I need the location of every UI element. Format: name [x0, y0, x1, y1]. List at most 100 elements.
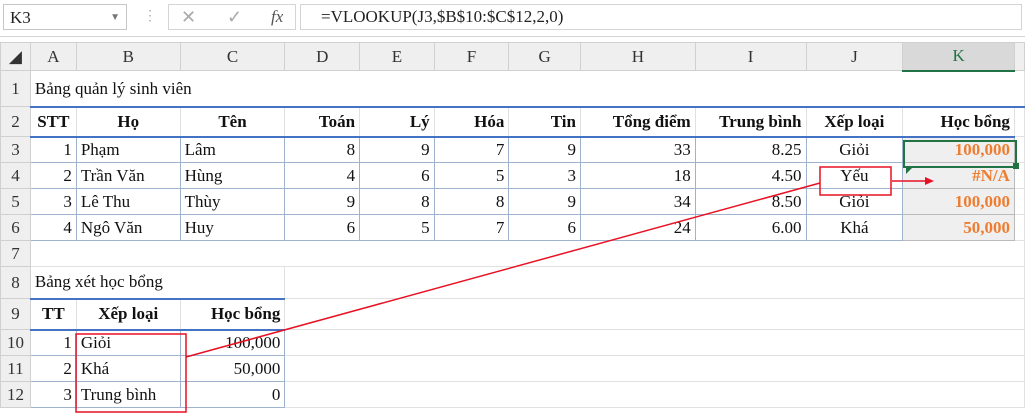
header-cell[interactable]: Học bổng: [902, 106, 1015, 138]
row-header[interactable]: 8: [0, 266, 31, 299]
header-cell[interactable]: Họ: [75, 106, 181, 138]
cell[interactable]: 100,000: [179, 329, 286, 356]
cell[interactable]: 8.25: [694, 136, 807, 163]
row-header[interactable]: 2: [0, 106, 31, 137]
insert-function-icon[interactable]: fx: [271, 7, 283, 27]
cell[interactable]: 100,000: [902, 188, 1015, 215]
cell[interactable]: 9: [284, 188, 361, 215]
row-header[interactable]: 6: [0, 214, 31, 241]
cell[interactable]: 5: [433, 162, 510, 189]
cell[interactable]: 9: [508, 188, 581, 215]
cell[interactable]: 1: [29, 329, 77, 356]
column-header[interactable]: E: [359, 42, 435, 71]
empty-row[interactable]: [29, 240, 1025, 267]
cell[interactable]: 8: [433, 188, 510, 215]
column-header[interactable]: D: [284, 42, 361, 71]
column-header[interactable]: C: [179, 42, 286, 71]
column-header[interactable]: J: [805, 42, 904, 71]
cell[interactable]: 7: [433, 136, 510, 163]
cell[interactable]: 3: [508, 162, 581, 189]
row-header[interactable]: 9: [0, 298, 31, 330]
cell[interactable]: 4: [284, 162, 361, 189]
cell[interactable]: 4: [29, 214, 77, 241]
cell[interactable]: 9: [508, 136, 581, 163]
header-cell[interactable]: Trung bình: [694, 106, 807, 138]
cell[interactable]: Giỏi: [805, 188, 904, 215]
column-header[interactable]: K: [902, 42, 1015, 72]
cell[interactable]: 50,000: [902, 214, 1015, 241]
cell[interactable]: Trung bình: [75, 381, 181, 408]
cell[interactable]: 7: [433, 214, 510, 241]
cell[interactable]: Phạm: [75, 136, 181, 163]
name-box[interactable]: K3 ▼: [3, 4, 127, 30]
header-cell[interactable]: Tên: [179, 106, 286, 138]
column-header[interactable]: G: [508, 42, 581, 71]
enter-icon[interactable]: ✓: [227, 7, 242, 28]
cell[interactable]: 3: [29, 381, 77, 408]
cell[interactable]: Giỏi: [75, 329, 181, 356]
header-cell[interactable]: Hóa: [433, 106, 510, 138]
cell[interactable]: 18: [579, 162, 696, 189]
cell[interactable]: Huy: [179, 214, 286, 241]
cell[interactable]: 9: [359, 136, 435, 163]
cell[interactable]: Lê Thu: [75, 188, 181, 215]
row-header[interactable]: 3: [0, 136, 31, 163]
cell[interactable]: 100,000: [902, 136, 1015, 163]
cell[interactable]: Khá: [75, 355, 181, 382]
cell[interactable]: Trần Văn: [75, 162, 181, 189]
column-header[interactable]: H: [579, 42, 696, 71]
cell[interactable]: 34: [579, 188, 696, 215]
cell[interactable]: 4.50: [694, 162, 807, 189]
cell[interactable]: Thùy: [179, 188, 286, 215]
header-cell[interactable]: Lý: [359, 106, 435, 138]
cell[interactable]: 6: [508, 214, 581, 241]
chevron-down-icon[interactable]: ▼: [110, 5, 120, 31]
formula-input[interactable]: =VLOOKUP(J3,$B$10:$C$12,2,0): [300, 4, 1022, 30]
column-header[interactable]: B: [75, 42, 181, 71]
header-cell[interactable]: Tổng điểm: [579, 106, 696, 138]
cell[interactable]: 2: [29, 355, 77, 382]
header-cell[interactable]: Học bổng: [179, 298, 286, 331]
cell[interactable]: 3: [29, 188, 77, 215]
cell[interactable]: Ngô Văn: [75, 214, 181, 241]
cell[interactable]: 8: [284, 136, 361, 163]
header-cell[interactable]: Toán: [284, 106, 361, 138]
header-cell[interactable]: TT: [29, 298, 77, 331]
cancel-icon[interactable]: ✕: [181, 7, 196, 28]
cell[interactable]: 5: [359, 214, 435, 241]
header-cell[interactable]: Xếp loại: [75, 298, 181, 331]
row-header[interactable]: 10: [0, 329, 31, 356]
scholarship-title[interactable]: Bảng xét học bổng: [29, 266, 286, 300]
cell[interactable]: #N/A: [902, 162, 1015, 189]
column-header[interactable]: F: [433, 42, 510, 71]
sheet-title[interactable]: Bảng quản lý sinh viên: [29, 70, 1025, 108]
cell[interactable]: 6.00: [694, 214, 807, 241]
cell[interactable]: 50,000: [179, 355, 286, 382]
cell[interactable]: Khá: [805, 214, 904, 241]
cell[interactable]: 0: [179, 381, 286, 408]
cell[interactable]: 1: [29, 136, 77, 163]
header-cell[interactable]: Xếp loại: [805, 106, 904, 138]
row-header[interactable]: 5: [0, 188, 31, 215]
column-header[interactable]: A: [29, 42, 77, 71]
cell[interactable]: Yếu: [805, 162, 904, 189]
cell[interactable]: 33: [579, 136, 696, 163]
header-cell[interactable]: STT: [29, 106, 77, 138]
row-header[interactable]: 12: [0, 381, 31, 408]
cell[interactable]: 2: [29, 162, 77, 189]
cell[interactable]: 6: [359, 162, 435, 189]
cell[interactable]: 24: [579, 214, 696, 241]
select-all-corner[interactable]: ◢: [0, 42, 31, 71]
cell[interactable]: Lâm: [179, 136, 286, 163]
row-header[interactable]: 4: [0, 162, 31, 189]
header-cell[interactable]: Tin: [508, 106, 581, 138]
cell[interactable]: 8.50: [694, 188, 807, 215]
cell[interactable]: 6: [284, 214, 361, 241]
row-header[interactable]: 1: [0, 70, 31, 107]
cell[interactable]: Hùng: [179, 162, 286, 189]
row-header[interactable]: 7: [0, 240, 31, 267]
cell[interactable]: 8: [359, 188, 435, 215]
drag-handle-icon[interactable]: ⋮: [143, 8, 157, 25]
row-header[interactable]: 11: [0, 355, 31, 382]
cell[interactable]: Giỏi: [805, 136, 904, 163]
